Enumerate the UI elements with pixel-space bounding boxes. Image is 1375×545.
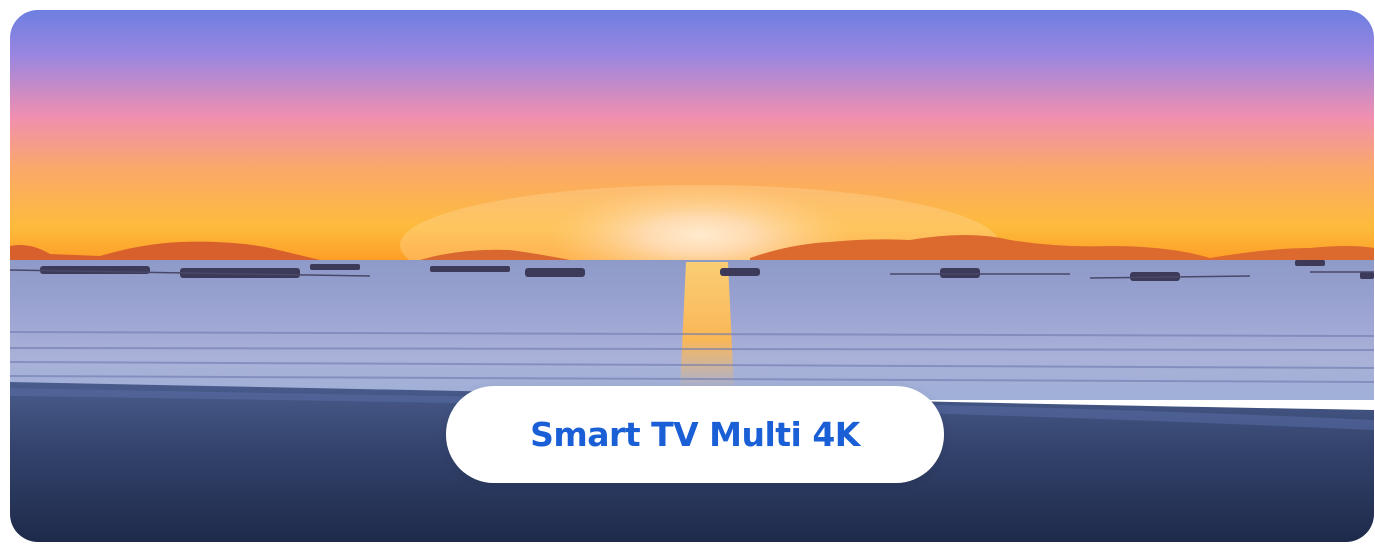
smart-tv-multi-4k-button[interactable]: Smart TV Multi 4K [446,386,944,483]
hero-banner[interactable]: Smart TV Multi 4K [10,10,1374,542]
cta-label: Smart TV Multi 4K [530,415,860,454]
